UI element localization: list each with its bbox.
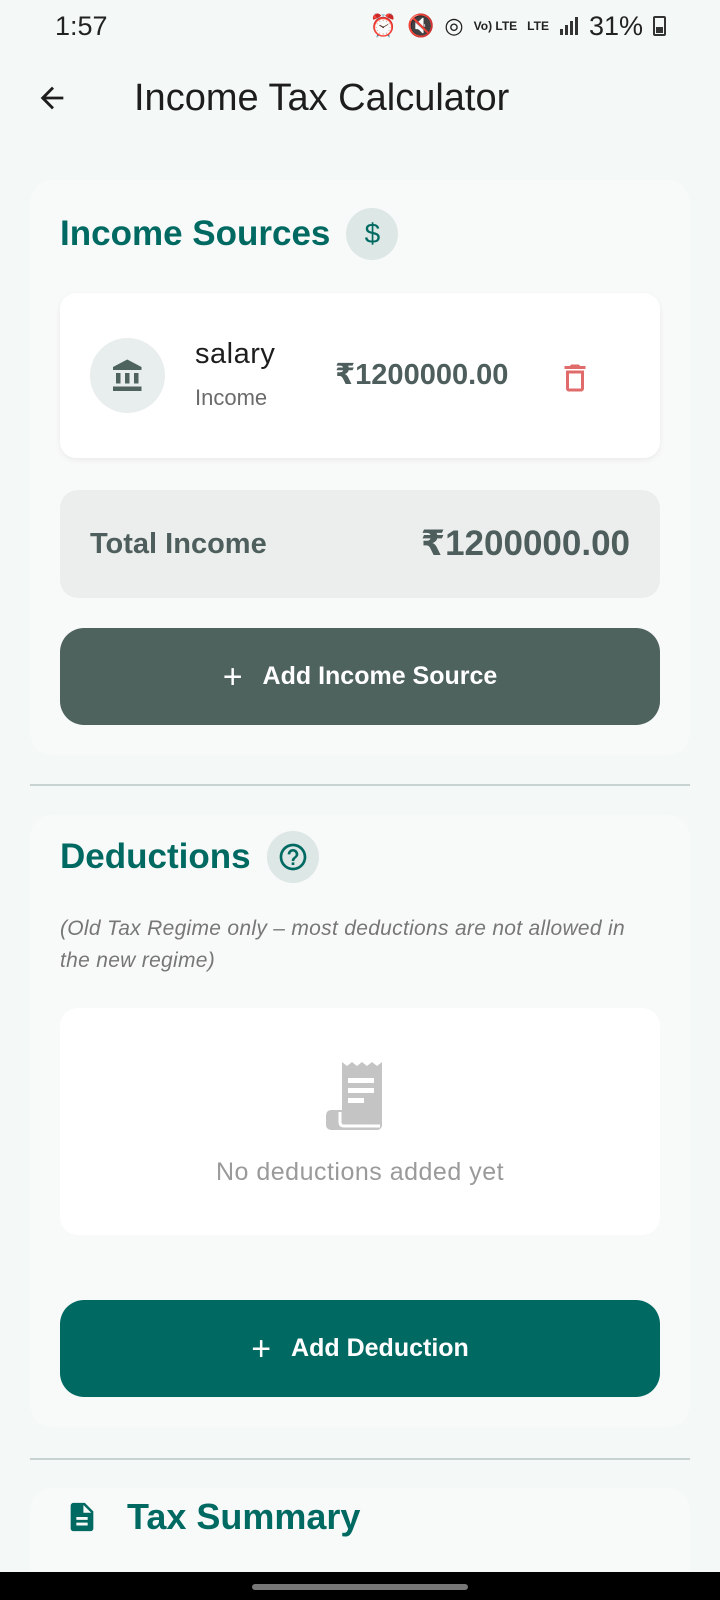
divider [30, 784, 690, 786]
dollar-icon: $ [346, 208, 399, 260]
arrow-back-icon [40, 86, 64, 110]
page-title: Income Tax Calculator [134, 76, 510, 119]
status-bar: 1:57 ⏰ 🔇 ◎ Vo) LTE LTE 31% [0, 0, 720, 52]
empty-state-text: No deductions added yet [215, 1158, 505, 1186]
income-sources-header: Income Sources $ [60, 208, 399, 260]
deductions-header: Deductions [60, 831, 319, 883]
divider [30, 1458, 690, 1460]
deductions-card: Deductions (Old Tax Regime only – most d… [30, 815, 690, 1427]
app-bar: Income Tax Calculator [0, 58, 720, 138]
trash-icon [564, 364, 586, 392]
deductions-note: (Old Tax Regime only – most deductions a… [60, 917, 625, 972]
total-income-value: ₹1200000.00 [420, 524, 630, 563]
status-icons: ⏰ 🔇 ◎ Vo) LTE LTE 31% [370, 11, 666, 42]
navigation-bar [0, 1572, 720, 1600]
battery-percent: 31% [588, 10, 643, 41]
question-circle-icon [279, 843, 306, 871]
delete-button[interactable] [545, 348, 605, 408]
volte-icon: Vo) LTE [473, 19, 518, 33]
tax-summary-title: Tax Summary [127, 1496, 361, 1537]
alarm-icon: ⏰ [369, 13, 398, 38]
mute-icon: 🔇 [407, 13, 435, 38]
plus-icon: + [222, 657, 243, 696]
deductions-title: Deductions [60, 837, 251, 876]
tax-summary-header: Tax Summary [65, 1496, 360, 1538]
document-icon [70, 1502, 94, 1532]
total-income-label: Total Income [90, 528, 267, 560]
bank-icon [112, 359, 141, 391]
income-sources-title: Income Sources [60, 214, 331, 253]
add-deduction-label: Add Deduction [291, 1334, 469, 1362]
income-source-type: Income [195, 385, 268, 410]
status-time: 1:57 [55, 10, 108, 41]
signal-icon [559, 17, 578, 35]
income-sources-card: Income Sources $ salary Income ₹1200000.… [30, 180, 690, 755]
hotspot-icon: ◎ [444, 13, 464, 38]
lte-icon: LTE [527, 19, 549, 33]
add-income-source-button[interactable]: + Add Income Source [60, 628, 660, 725]
income-source-item[interactable]: salary Income ₹1200000.00 [60, 293, 660, 458]
empty-state: No deductions added yet [60, 1008, 660, 1235]
income-source-amount: ₹1200000.00 [335, 359, 509, 391]
back-button[interactable] [22, 68, 82, 128]
total-income-box: Total Income ₹1200000.00 [60, 490, 660, 598]
plus-icon: + [251, 1329, 272, 1368]
receipt-icon [326, 1062, 382, 1130]
help-icon[interactable] [266, 831, 319, 883]
income-source-name: salary [195, 338, 276, 370]
avatar [90, 338, 165, 413]
battery-icon [653, 16, 666, 36]
home-handle[interactable] [252, 1584, 468, 1590]
add-income-source-label: Add Income Source [262, 662, 498, 690]
add-deduction-button[interactable]: + Add Deduction [60, 1300, 660, 1397]
